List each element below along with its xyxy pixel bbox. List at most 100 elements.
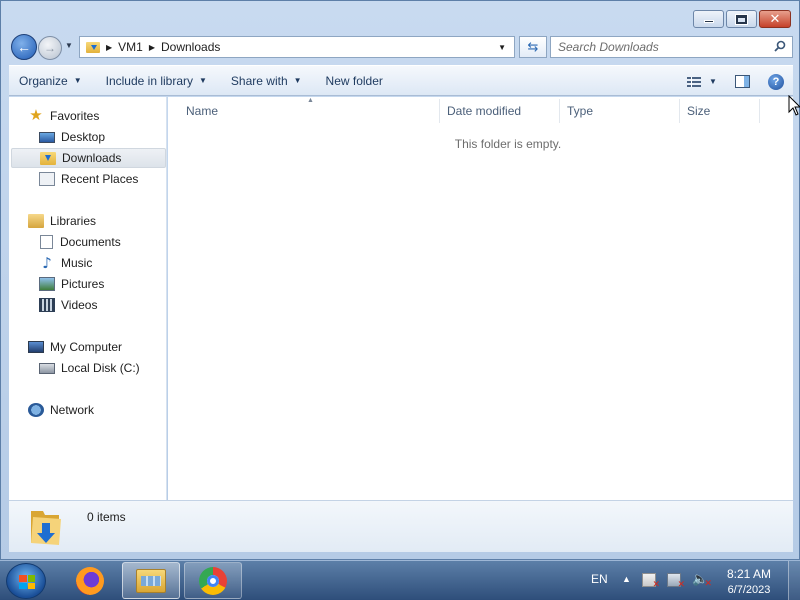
preview-pane-button[interactable] bbox=[725, 70, 759, 94]
sidebar-item-label: My Computer bbox=[50, 340, 123, 354]
chrome-icon bbox=[199, 566, 227, 595]
sidebar-item-videos[interactable]: Videos bbox=[39, 295, 97, 315]
maximize-button[interactable] bbox=[726, 10, 757, 28]
new-folder-label: New folder bbox=[325, 73, 383, 88]
column-header-type[interactable]: Type bbox=[560, 99, 680, 123]
sidebar-item-label: Music bbox=[61, 256, 93, 270]
taskbar-app-chrome[interactable] bbox=[184, 562, 242, 599]
explorer-window: ✕ ← → ▼ ▶ VM1 ▶ Downloads ▼ ⇆ Organize ▼ bbox=[0, 0, 800, 560]
column-header-label: Date modified bbox=[447, 104, 522, 118]
sidebar-item-label: Downloads bbox=[62, 151, 122, 165]
include-in-library-label: Include in library bbox=[105, 73, 193, 88]
share-with-label: Share with bbox=[230, 73, 288, 88]
refresh-button[interactable]: ⇆ bbox=[519, 36, 547, 58]
recent-places-icon bbox=[39, 172, 55, 186]
breadcrumb-chevron-icon[interactable]: ▶ bbox=[149, 43, 155, 52]
taskbar: EN ▲ 🔈 8:21 AM 6/7/2023 bbox=[0, 560, 800, 600]
address-bar[interactable]: ▶ VM1 ▶ Downloads ▼ bbox=[79, 36, 515, 58]
address-history-dropdown[interactable]: ▼ bbox=[498, 43, 506, 52]
network-status-icon[interactable] bbox=[667, 573, 685, 590]
taskbar-app-firefox[interactable] bbox=[61, 562, 119, 599]
show-hidden-icons-icon[interactable]: ▲ bbox=[622, 574, 631, 584]
breadcrumb-downloads[interactable]: Downloads bbox=[161, 40, 220, 54]
column-header-date-modified[interactable]: Date modified bbox=[440, 99, 560, 123]
chevron-down-icon[interactable]: ▼ bbox=[709, 77, 717, 86]
organize-menu[interactable]: Organize ▼ bbox=[9, 69, 92, 93]
videos-icon bbox=[39, 298, 55, 312]
sidebar-item-libraries[interactable]: Libraries bbox=[28, 211, 96, 231]
start-button[interactable] bbox=[6, 563, 46, 599]
change-view-button[interactable]: ▼ bbox=[679, 70, 725, 94]
sidebar-item-label: Libraries bbox=[50, 214, 97, 228]
sidebar-item-favorites[interactable]: ★ Favorites bbox=[28, 106, 99, 126]
navigation-bar: ← → ▼ ▶ VM1 ▶ Downloads ▼ ⇆ bbox=[9, 33, 793, 61]
new-folder-button[interactable]: New folder bbox=[316, 69, 393, 93]
sidebar-item-label: Network bbox=[50, 403, 95, 417]
music-icon: ♪ bbox=[42, 254, 52, 272]
column-header-size[interactable]: Size bbox=[680, 99, 760, 123]
firefox-icon bbox=[76, 566, 104, 595]
pictures-icon bbox=[39, 277, 55, 291]
sidebar-item-downloads[interactable]: Downloads bbox=[11, 148, 166, 168]
arrow-left-icon: ← bbox=[17, 39, 31, 55]
sidebar-item-pictures[interactable]: Pictures bbox=[39, 274, 104, 294]
sidebar-item-label: Pictures bbox=[61, 277, 105, 291]
downloads-folder-icon bbox=[40, 151, 56, 165]
sidebar-item-label: Local Disk (C:) bbox=[61, 361, 140, 375]
help-button[interactable]: ? bbox=[759, 70, 793, 94]
sidebar-item-my-computer[interactable]: My Computer bbox=[28, 337, 122, 357]
sidebar-item-local-disk[interactable]: Local Disk (C:) bbox=[39, 358, 140, 378]
sidebar-item-desktop[interactable]: Desktop bbox=[39, 127, 105, 147]
recent-pages-dropdown[interactable]: ▼ bbox=[65, 41, 73, 50]
taskbar-app-explorer[interactable] bbox=[122, 562, 180, 599]
clock-date: 6/7/2023 bbox=[727, 584, 771, 596]
sidebar-item-music[interactable]: ♪ Music bbox=[39, 253, 92, 273]
include-in-library-menu[interactable]: Include in library ▼ bbox=[96, 69, 217, 93]
search-input[interactable] bbox=[558, 40, 768, 54]
arrow-right-icon: → bbox=[44, 41, 56, 55]
refresh-icon: ⇆ bbox=[527, 39, 539, 54]
window-controls: ✕ bbox=[693, 10, 791, 28]
breadcrumb-vm1[interactable]: VM1 bbox=[118, 40, 143, 54]
windows-logo-icon bbox=[19, 575, 35, 589]
column-header-label: Size bbox=[687, 104, 711, 118]
search-icon[interactable] bbox=[774, 40, 786, 52]
item-count: 0 items bbox=[87, 510, 126, 524]
close-icon: ✕ bbox=[769, 11, 781, 27]
sidebar-item-network[interactable]: Network bbox=[28, 400, 94, 420]
show-desktop-button[interactable] bbox=[788, 561, 800, 600]
share-with-menu[interactable]: Share with ▼ bbox=[221, 69, 312, 93]
system-clock[interactable]: 8:21 AM 6/7/2023 bbox=[718, 566, 780, 598]
chevron-down-icon: ▼ bbox=[293, 76, 302, 85]
sidebar-item-recent-places[interactable]: Recent Places bbox=[39, 169, 138, 189]
computer-icon bbox=[28, 341, 44, 353]
minimize-icon bbox=[703, 20, 714, 23]
column-header-name[interactable]: Name bbox=[168, 99, 440, 123]
sidebar-item-label: Desktop bbox=[61, 130, 106, 144]
documents-icon bbox=[40, 235, 53, 249]
organize-label: Organize bbox=[19, 73, 68, 88]
action-center-icon[interactable] bbox=[642, 573, 660, 590]
clock-time: 8:21 AM bbox=[726, 567, 772, 581]
network-icon bbox=[28, 403, 44, 417]
chevron-down-icon: ▼ bbox=[73, 76, 82, 85]
navigation-pane: ★ Favorites Desktop Downloads Recent Pla… bbox=[9, 97, 167, 500]
windows-explorer-icon bbox=[136, 568, 166, 593]
volume-muted-icon[interactable]: 🔈 bbox=[692, 573, 712, 592]
forward-button[interactable]: → bbox=[38, 36, 62, 60]
sidebar-item-label: Documents bbox=[60, 235, 121, 249]
sidebar-item-label: Favorites bbox=[50, 109, 100, 123]
input-language-indicator[interactable]: EN bbox=[591, 572, 608, 586]
back-button[interactable]: ← bbox=[11, 34, 37, 60]
details-view-icon bbox=[687, 76, 701, 87]
star-icon: ★ bbox=[29, 107, 43, 124]
close-button[interactable]: ✕ bbox=[759, 10, 791, 28]
mouse-cursor-icon bbox=[788, 95, 800, 116]
sidebar-item-documents[interactable]: Documents bbox=[39, 232, 121, 252]
command-bar: Organize ▼ Include in library ▼ Share wi… bbox=[9, 65, 793, 96]
breadcrumb-chevron-icon[interactable]: ▶ bbox=[106, 43, 112, 52]
minimize-button[interactable] bbox=[693, 10, 724, 28]
hard-disk-icon bbox=[39, 362, 55, 374]
column-header-label: Type bbox=[567, 104, 594, 118]
file-list[interactable]: ▲ Name Date modified Type Size This fold… bbox=[168, 97, 793, 500]
